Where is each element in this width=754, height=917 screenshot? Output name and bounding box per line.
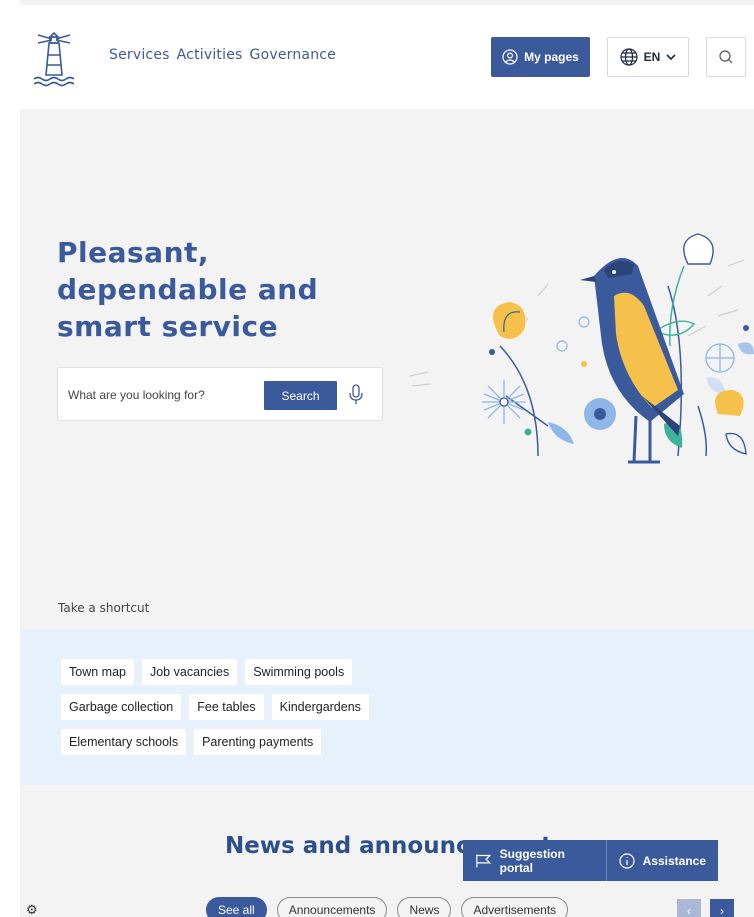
shortcut-chip[interactable]: Elementary schools xyxy=(61,729,187,755)
header-search-button[interactable] xyxy=(706,37,746,77)
shortcut-chip[interactable]: Kindergardens xyxy=(271,694,369,720)
language-label: EN xyxy=(643,50,661,64)
filter-news[interactable]: News xyxy=(397,897,452,917)
language-selector[interactable]: EN xyxy=(607,37,689,77)
floating-action-bar: Suggestion portal Assistance xyxy=(463,840,718,881)
main-nav: Services Activities Governance xyxy=(109,47,336,63)
shortcut-row-3: Elementary schools Parenting payments xyxy=(61,729,322,755)
filter-see-all[interactable]: See all xyxy=(206,897,267,917)
page: Services Activities Governance My pages … xyxy=(20,0,754,917)
left-strip xyxy=(0,0,20,917)
assistance-label: Assistance xyxy=(642,853,706,868)
shortcut-chip[interactable]: Swimming pools xyxy=(245,659,353,685)
globe-icon xyxy=(620,48,638,66)
suggestion-portal-label: Suggestion portal xyxy=(499,846,565,875)
nav-services[interactable]: Services xyxy=(109,47,170,63)
shortcut-chip[interactable]: Job vacancies xyxy=(141,659,238,685)
search-icon xyxy=(719,50,733,64)
microphone-icon[interactable] xyxy=(347,382,365,408)
shortcut-title: Take a shortcut xyxy=(58,601,150,615)
shortcut-panel: Town map Job vacancies Swimming pools Ga… xyxy=(20,629,754,785)
nav-activities[interactable]: Activities xyxy=(177,47,243,63)
search-button[interactable]: Search xyxy=(264,381,337,410)
suggestion-portal-button[interactable]: Suggestion portal xyxy=(463,840,606,881)
hero-search-box: Search xyxy=(57,367,383,421)
hero-title: Pleasant, dependable and smart service xyxy=(57,234,357,345)
user-icon xyxy=(502,49,518,65)
hero-title-line-3: smart service xyxy=(57,310,279,343)
filter-advertisements[interactable]: Advertisements xyxy=(461,897,569,917)
search-input[interactable] xyxy=(68,382,258,408)
shortcut-row-2: Garbage collection Fee tables Kindergard… xyxy=(61,694,369,720)
chevron-down-icon xyxy=(666,54,676,61)
news-filter-pills: See all Announcements News Advertisement… xyxy=(206,897,569,917)
lighthouse-logo[interactable] xyxy=(32,27,76,89)
assistance-button[interactable]: Assistance xyxy=(607,840,718,881)
shortcut-chip[interactable]: Fee tables xyxy=(189,694,264,720)
shortcut-chip[interactable]: Town map xyxy=(61,659,134,685)
shortcut-chip[interactable]: Parenting payments xyxy=(194,729,322,755)
shortcut-row-1: Town map Job vacancies Swimming pools xyxy=(61,659,353,685)
my-pages-label: My pages xyxy=(524,50,579,64)
info-icon xyxy=(619,852,635,869)
news-next-button[interactable]: › xyxy=(710,899,734,917)
gear-icon[interactable]: ⚙ xyxy=(26,902,38,917)
nav-governance[interactable]: Governance xyxy=(250,47,336,63)
site-header: Services Activities Governance My pages … xyxy=(20,5,754,109)
hero-title-line-2: dependable and xyxy=(57,273,319,306)
hero-title-line-1: Pleasant, xyxy=(57,236,210,269)
chevron-right-icon: › xyxy=(720,904,724,917)
bird-flower-illustration xyxy=(409,233,754,464)
flag-icon xyxy=(476,854,492,867)
my-pages-button[interactable]: My pages xyxy=(491,37,590,77)
filter-announcements[interactable]: Announcements xyxy=(276,897,388,917)
news-prev-button[interactable]: ‹ xyxy=(677,899,701,917)
chevron-left-icon: ‹ xyxy=(687,904,691,917)
shortcut-chip[interactable]: Garbage collection xyxy=(61,694,182,720)
